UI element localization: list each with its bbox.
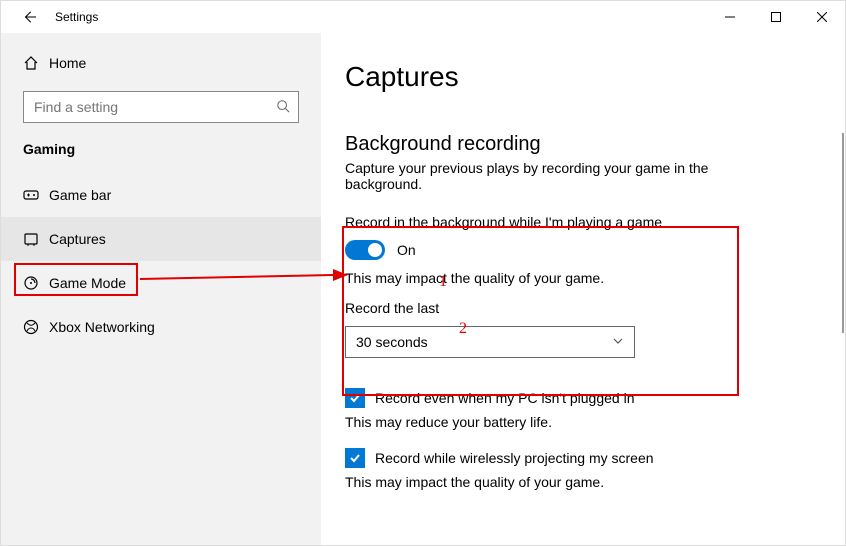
page-title: Captures	[345, 61, 821, 93]
chevron-down-icon	[612, 334, 624, 350]
sidebar-item-game-bar[interactable]: Game bar	[1, 173, 321, 217]
xbox-icon	[23, 319, 49, 335]
section-title: Background recording	[345, 133, 821, 156]
back-button[interactable]	[13, 10, 45, 24]
sidebar-item-xbox-networking[interactable]: Xbox Networking	[1, 305, 321, 349]
record-last-dropdown[interactable]: 30 seconds	[345, 326, 635, 358]
minimize-button[interactable]	[707, 1, 753, 33]
record-background-toggle[interactable]	[345, 240, 385, 260]
captures-icon	[23, 231, 49, 247]
sidebar-item-label: Home	[49, 55, 86, 71]
scrollbar[interactable]	[842, 133, 844, 333]
checkbox-icon	[345, 448, 365, 468]
section-desc: Capture your previous plays by recording…	[345, 160, 755, 192]
sidebar-item-label: Game Mode	[49, 275, 126, 291]
sidebar-item-label: Captures	[49, 231, 106, 247]
checkbox-label: Record while wirelessly projecting my sc…	[375, 450, 654, 466]
search-input[interactable]	[23, 91, 299, 123]
maximize-button[interactable]	[753, 1, 799, 33]
record-last-label: Record the last	[345, 300, 821, 316]
record-background-label: Record in the background while I'm playi…	[345, 214, 821, 230]
sidebar: Home Gaming Game bar Captures Game	[1, 33, 321, 545]
close-button[interactable]	[799, 1, 845, 33]
checkbox-icon	[345, 388, 365, 408]
checkbox-label: Record even when my PC isn't plugged in	[375, 390, 634, 406]
dropdown-value: 30 seconds	[356, 334, 428, 350]
search-field[interactable]	[32, 98, 276, 116]
window-title: Settings	[55, 10, 98, 24]
search-icon	[276, 99, 290, 116]
battery-hint: This may reduce your battery life.	[345, 414, 821, 430]
toggle-state: On	[397, 242, 416, 258]
sidebar-item-label: Game bar	[49, 187, 111, 203]
home-icon	[23, 55, 49, 71]
wireless-hint: This may impact the quality of your game…	[345, 474, 821, 490]
checkbox-plugged-in[interactable]: Record even when my PC isn't plugged in	[345, 388, 821, 408]
game-mode-icon	[23, 275, 49, 291]
sidebar-item-label: Xbox Networking	[49, 319, 155, 335]
sidebar-category: Gaming	[1, 141, 321, 173]
checkbox-wireless[interactable]: Record while wirelessly projecting my sc…	[345, 448, 821, 468]
sidebar-item-game-mode[interactable]: Game Mode	[1, 261, 321, 305]
quality-hint: This may impact the quality of your game…	[345, 270, 821, 286]
titlebar: Settings	[1, 1, 845, 33]
main-content: Captures Background recording Capture yo…	[321, 33, 845, 545]
sidebar-item-captures[interactable]: Captures	[1, 217, 321, 261]
sidebar-item-home[interactable]: Home	[1, 47, 321, 79]
game-bar-icon	[23, 187, 49, 203]
